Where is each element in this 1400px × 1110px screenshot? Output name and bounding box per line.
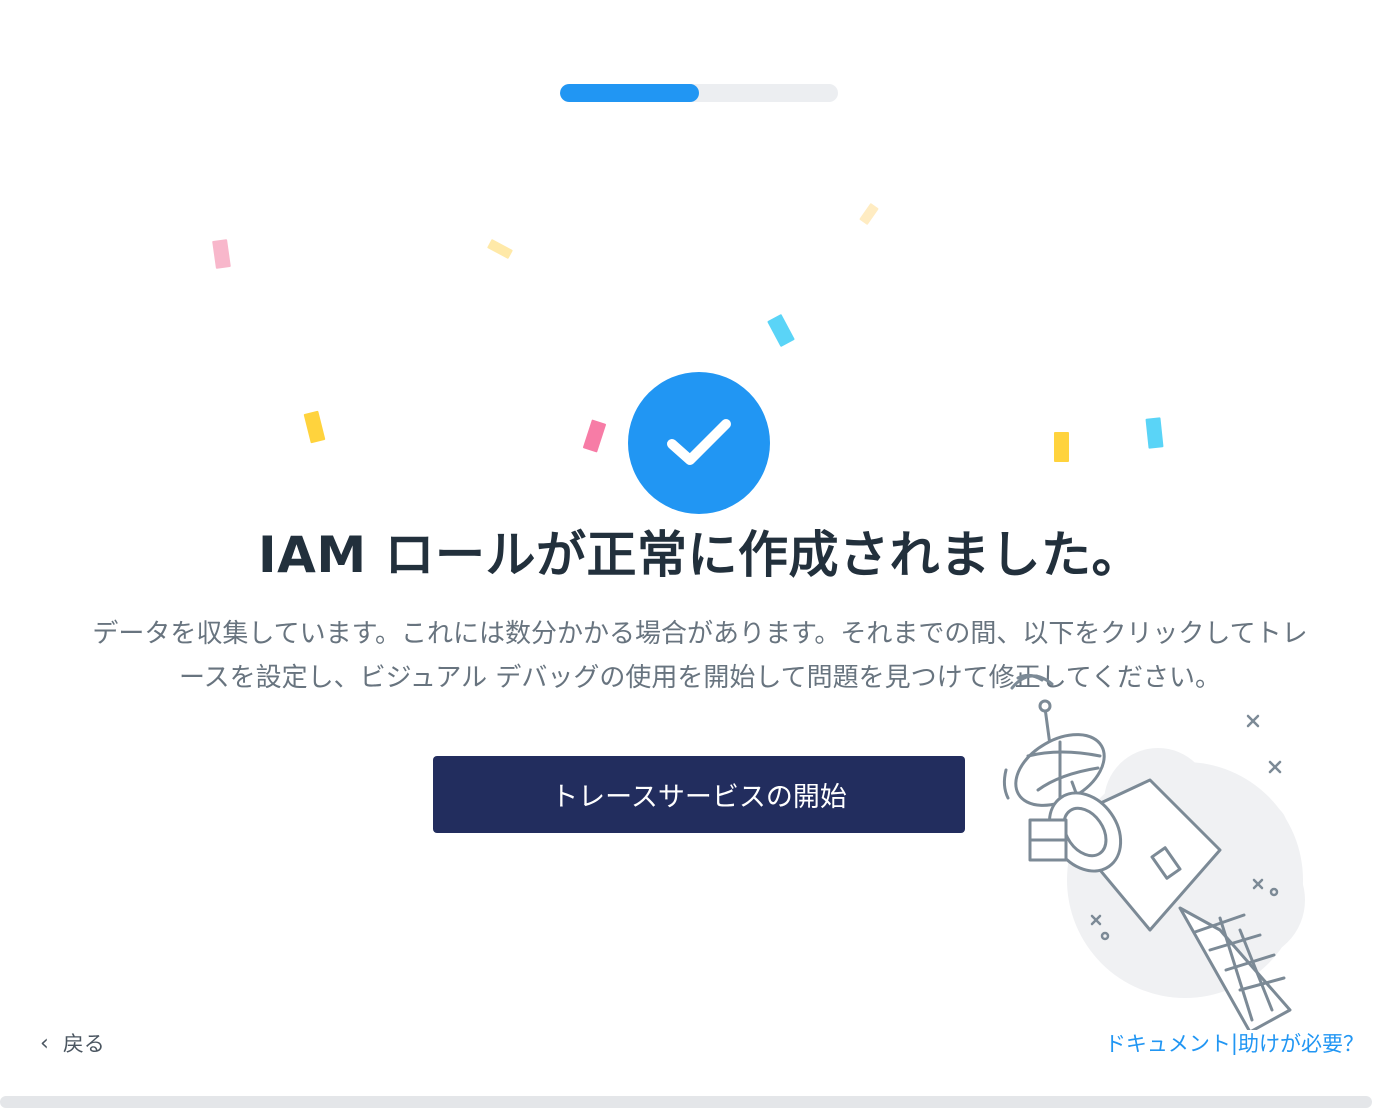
description-line-1: データを収集しています。これには数分かかる場合があります。それまでの間、以下をク… [92, 619, 1308, 649]
progress-bar-fill [560, 84, 699, 102]
confetti-piece [212, 239, 231, 269]
confetti-piece [303, 410, 326, 444]
checkmark-icon [667, 419, 731, 465]
confetti-piece [1054, 432, 1069, 462]
documentation-link[interactable]: ドキュメント [1105, 1028, 1231, 1058]
progress-bar [560, 84, 838, 102]
confetti-piece [859, 202, 879, 226]
help-links: ドキュメント | 助けが必要？ [1105, 1028, 1364, 1058]
confetti-piece [487, 238, 513, 260]
help-link[interactable]: 助けが必要？ [1238, 1028, 1364, 1058]
horizontal-scrollbar[interactable] [0, 1096, 1372, 1108]
start-trace-service-button[interactable]: トレースサービスの開始 [433, 756, 965, 833]
confetti-piece [767, 313, 795, 348]
link-separator: | [1230, 1031, 1238, 1055]
confetti-piece [582, 419, 607, 453]
page-title: IAM ロールが正常に作成されました。 [258, 526, 1142, 584]
confetti-piece [1145, 417, 1164, 449]
satellite-illustration [1002, 673, 1305, 1030]
chevron-left-icon: ‹ [40, 1030, 49, 1056]
back-label: 戻る [62, 1032, 105, 1056]
success-badge [628, 372, 770, 514]
back-link[interactable]: ‹ 戻る [40, 1028, 105, 1058]
